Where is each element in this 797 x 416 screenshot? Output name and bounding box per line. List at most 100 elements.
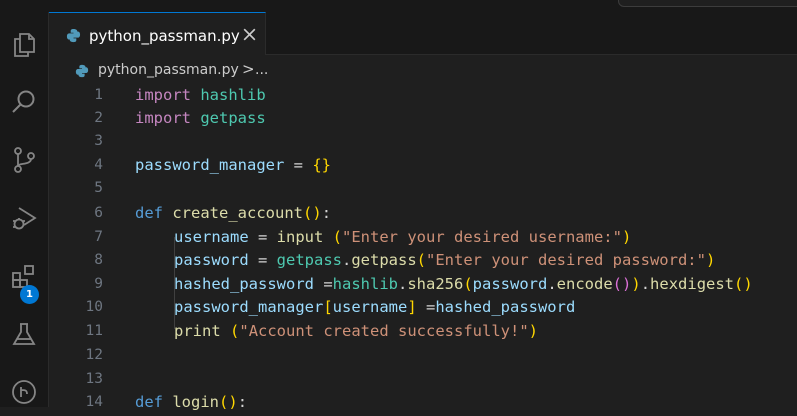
files-icon — [14, 33, 35, 57]
activity-bar: 1 — [0, 12, 49, 407]
source-control-button[interactable] — [0, 136, 48, 184]
line-number: 4 — [94, 157, 103, 173]
dot: . — [397, 275, 408, 293]
breadcrumb-separator: > — [242, 60, 255, 78]
keyword: import — [135, 86, 191, 104]
search-button[interactable] — [0, 78, 48, 126]
dot: . — [341, 251, 352, 269]
bracket: () — [612, 275, 632, 293]
code-text: password_manager[username] =hashed_passw… — [174, 296, 575, 319]
variable: password — [174, 251, 249, 269]
code-line-1: 1 import hashlib — [49, 84, 797, 107]
operator: = — [248, 251, 277, 269]
line-number: 8 — [94, 252, 103, 268]
testing-icon — [12, 323, 36, 345]
code-line-2: 2 import getpass — [49, 107, 797, 130]
operator: = — [313, 275, 333, 293]
run-debug-button[interactable] — [0, 194, 48, 242]
bracket: ) — [705, 251, 716, 269]
string: "Account created successfully!" — [239, 322, 529, 340]
string: "Enter your desired username:" — [342, 228, 622, 246]
bracket: ) — [528, 322, 538, 340]
code-line-5: 5 — [49, 177, 797, 200]
python-file-icon — [66, 28, 81, 43]
function-name: print — [174, 322, 221, 340]
function-name: create_account — [172, 204, 303, 222]
line-number: 6 — [94, 205, 103, 221]
bracket: ( — [303, 204, 313, 222]
title-bar — [0, 0, 797, 12]
function-name: getpass — [351, 251, 417, 269]
code-line-6: 6 def create_account(): — [49, 202, 797, 225]
module: hashlib — [332, 275, 398, 293]
code-editor[interactable]: 1 import hashlib 2 import getpass 3 4 pa… — [49, 84, 797, 411]
breadcrumb-file[interactable]: python_passman.py — [98, 62, 239, 78]
line-number: 14 — [85, 394, 103, 410]
line-number: 13 — [85, 371, 103, 387]
code-line-13: 13 — [49, 368, 797, 391]
code-text: def create_account(): — [135, 202, 331, 225]
code-line-4: 4 password_manager = {} — [49, 154, 797, 177]
command-center[interactable] — [618, 0, 797, 7]
editor-tab-bar: python_passman.py — [49, 12, 797, 55]
function-name: input — [276, 228, 324, 246]
run-debug-icon — [13, 207, 37, 230]
extensions-badge: 1 — [20, 285, 39, 304]
punctuation: : — [321, 204, 332, 222]
tab-label: python_passman.py — [89, 27, 240, 45]
line-number: 7 — [94, 229, 103, 245]
code-line-10: 10 password_manager[username] =hashed_pa… — [49, 296, 797, 319]
bracket: ) — [631, 275, 641, 293]
code-text: def login(): — [135, 391, 247, 414]
bracket: {} — [312, 156, 331, 174]
variable: password — [472, 275, 548, 293]
dot: . — [547, 275, 557, 293]
code-text: password_manager = {} — [135, 154, 331, 177]
code-line-14: 14 def login(): — [49, 391, 797, 414]
line-number: 5 — [94, 180, 103, 196]
variable: password_manager — [174, 298, 324, 316]
module: getpass — [200, 109, 266, 127]
bracket: ( — [416, 251, 426, 269]
operator: = — [284, 156, 313, 174]
explorer-button[interactable] — [0, 20, 48, 68]
line-number: 10 — [85, 299, 103, 315]
bracket: ( — [230, 322, 240, 340]
tab-python-passman[interactable]: python_passman.py — [49, 12, 266, 55]
code-line-3: 3 — [49, 130, 797, 153]
bracket: ) — [621, 228, 632, 246]
close-icon[interactable] — [241, 26, 258, 43]
function-name: login — [172, 393, 220, 411]
dot: . — [640, 275, 651, 293]
function-name: sha256 — [407, 275, 464, 293]
punctuation: : — [237, 393, 248, 411]
code-text: password = getpass.getpass("Enter your d… — [174, 249, 715, 272]
code-text: import hashlib — [135, 84, 266, 107]
function-name: encode — [556, 275, 613, 293]
code-line-9: 9 hashed_password =hashlib.sha256(passwo… — [49, 273, 797, 296]
module: hashlib — [200, 86, 266, 104]
variable: hashed_password — [435, 298, 576, 316]
bracket: ] — [407, 298, 417, 316]
testing-button[interactable] — [0, 310, 48, 358]
bracket: ) — [228, 393, 238, 411]
code-text: hashed_password =hashlib.sha256(password… — [174, 273, 753, 296]
module: getpass — [276, 251, 342, 269]
keyword: def — [135, 393, 163, 411]
bracket: ) — [312, 204, 322, 222]
git-graph-button[interactable] — [0, 368, 48, 416]
operator: = — [416, 298, 436, 316]
breadcrumb-symbols[interactable]: ... — [255, 62, 268, 78]
line-number: 9 — [94, 276, 103, 292]
bracket: [ — [323, 298, 333, 316]
line-number: 2 — [94, 110, 103, 126]
string: "Enter your desired password:" — [426, 251, 706, 269]
line-number: 3 — [94, 133, 103, 149]
source-control-icon — [14, 147, 35, 173]
variable: username — [174, 228, 249, 246]
